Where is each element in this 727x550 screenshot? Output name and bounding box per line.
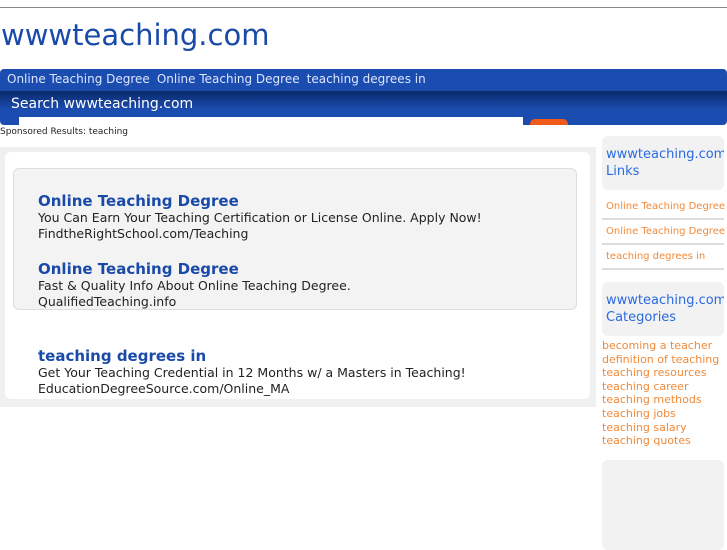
sidebar-links: wwwteaching.com Links Online Teaching Deg… [602, 136, 725, 270]
heading-line: wwwteaching.com [606, 293, 724, 308]
ad-url[interactable]: EducationDegreeSource.com/Online_MA [38, 381, 466, 397]
ad-title[interactable]: Online Teaching Degree [38, 260, 351, 278]
ad-title[interactable]: Online Teaching Degree [38, 192, 482, 210]
sidebar-link[interactable]: teaching degrees in [602, 245, 724, 270]
ad-title[interactable]: teaching degrees in [38, 347, 466, 365]
ad-url[interactable]: QualifiedTeaching.info [38, 294, 351, 310]
category-link[interactable]: teaching jobs [602, 407, 724, 421]
nav-link[interactable]: Online Teaching Degree [7, 72, 150, 86]
category-link[interactable]: teaching salary [602, 421, 724, 435]
category-link[interactable]: teaching methods [602, 393, 724, 407]
heading-line: Links [606, 164, 640, 179]
sponsored-label: Sponsored Results: teaching [0, 127, 128, 137]
ad-description: You Can Earn Your Teaching Certification… [38, 210, 482, 225]
sidebar-categories: wwwteaching.com Categories becoming a tea… [602, 282, 724, 448]
results-panel: Online Teaching Degree You Can Earn Your… [0, 147, 596, 407]
top-divider [0, 7, 727, 8]
sidebar-ad-box [602, 460, 724, 550]
categories-heading: wwwteaching.com Categories [602, 282, 724, 336]
links-heading: wwwteaching.com Links [602, 136, 724, 190]
nav-link[interactable]: teaching degrees in [307, 72, 426, 86]
search-label: Search wwwteaching.com [11, 96, 194, 112]
ad-description: Get Your Teaching Credential in 12 Month… [38, 365, 466, 380]
results-inner: Online Teaching Degree You Can Earn Your… [5, 152, 590, 399]
search-input[interactable] [19, 117, 523, 127]
category-link[interactable]: becoming a teacher [602, 339, 724, 353]
heading-line: Categories [606, 310, 677, 325]
category-link[interactable]: teaching career [602, 380, 724, 394]
category-link[interactable]: teaching quotes [602, 434, 724, 448]
category-link[interactable]: definition of teaching [602, 353, 724, 367]
nav-bar: Online Teaching Degree Online Teaching De… [0, 69, 727, 91]
nav-link[interactable]: Online Teaching Degree [157, 72, 300, 86]
sidebar-link[interactable]: Online Teaching Degree [602, 220, 725, 245]
ad-result: Online Teaching Degree Fast & Quality In… [38, 260, 351, 310]
heading-line: wwwteaching.com [606, 147, 724, 162]
ad-description: Fast & Quality Info About Online Teachin… [38, 278, 351, 293]
search-button[interactable] [530, 119, 568, 125]
site-title[interactable]: wwwteaching.com [1, 18, 269, 52]
ad-result: Online Teaching Degree You Can Earn Your… [38, 192, 482, 242]
search-bar: Search wwwteaching.com [0, 91, 727, 117]
ad-result: teaching degrees in Get Your Teaching Cr… [38, 347, 466, 397]
sidebar-link[interactable]: Online Teaching Degree [602, 195, 725, 220]
ad-url[interactable]: FindtheRightSchool.com/Teaching [38, 226, 482, 242]
category-link[interactable]: teaching resources [602, 366, 724, 380]
